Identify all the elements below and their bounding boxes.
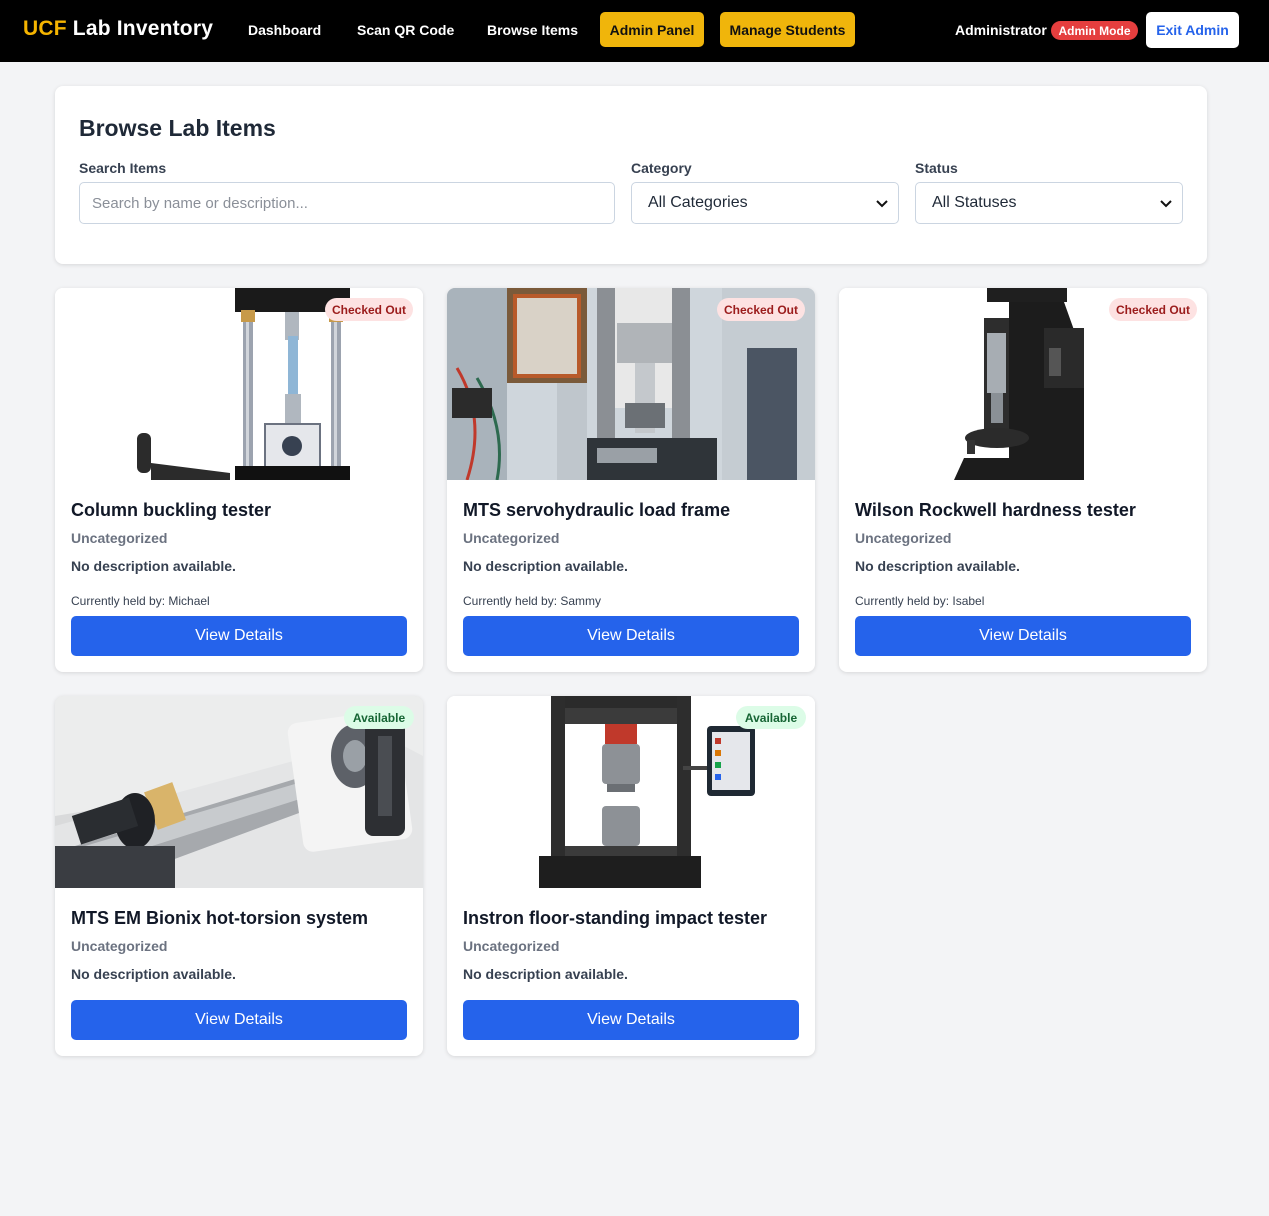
item-description: No description available. (463, 558, 628, 574)
view-details-button[interactable]: View Details (71, 616, 407, 656)
category-selected-value: All Categories (648, 194, 748, 211)
page-title: Browse Lab Items (79, 115, 276, 141)
item-holder: Currently held by: Isabel (855, 594, 985, 608)
item-category: Uncategorized (71, 938, 168, 954)
status-badge: Available (344, 706, 414, 729)
item-category: Uncategorized (463, 938, 560, 954)
item-name: MTS EM Bionix hot-torsion system (71, 908, 369, 928)
item-description: No description available. (855, 558, 1020, 574)
status-selected-value: All Statuses (932, 194, 1017, 211)
item-holder: Currently held by: Sammy (463, 594, 602, 608)
view-details-button[interactable]: View Details (463, 1000, 799, 1040)
item-holder: Currently held by: Michael (71, 594, 210, 608)
admin-mode-badge: Admin Mode (1051, 21, 1138, 40)
nav-browse-items-link[interactable]: Browse Items (487, 22, 578, 38)
manage-students-button[interactable]: Manage Students (720, 12, 855, 47)
brand-name: Lab Inventory (66, 17, 214, 40)
search-input[interactable] (79, 182, 615, 224)
status-label: Status (915, 160, 958, 176)
item-category: Uncategorized (463, 530, 560, 546)
category-label: Category (631, 160, 692, 176)
brand-prefix: UCF (23, 17, 67, 40)
user-name: Administrator (955, 22, 1047, 38)
item-name: Instron floor-standing impact tester (463, 908, 768, 928)
item-card: Checked Out Column buckling tester Uncat… (55, 288, 423, 672)
status-badge: Checked Out (1109, 298, 1197, 321)
item-description: No description available. (71, 966, 236, 982)
item-card: Checked Out MTS servohydraulic load fram… (447, 288, 815, 672)
nav-dashboard-link[interactable]: Dashboard (248, 22, 321, 38)
category-select[interactable]: All Categories (631, 182, 899, 224)
status-select[interactable]: All Statuses (915, 182, 1183, 224)
item-category: Uncategorized (855, 530, 952, 546)
item-category: Uncategorized (71, 530, 168, 546)
item-name: MTS servohydraulic load frame (463, 500, 731, 520)
status-badge: Available (736, 706, 806, 729)
chevron-down-icon (1160, 200, 1172, 208)
item-card: Checked Out Wilson Rockwell hardness tes… (839, 288, 1207, 672)
filter-panel: Browse Lab Items Search Items Category A… (55, 86, 1207, 264)
chevron-down-icon (876, 200, 888, 208)
nav-scan-qr-link[interactable]: Scan QR Code (357, 22, 454, 38)
item-name: Column buckling tester (71, 500, 272, 520)
view-details-button[interactable]: View Details (463, 616, 799, 656)
view-details-button[interactable]: View Details (71, 1000, 407, 1040)
view-details-button[interactable]: View Details (855, 616, 1191, 656)
status-badge: Checked Out (325, 298, 413, 321)
search-label: Search Items (79, 160, 167, 176)
item-card: Available Instron floor-standing impact … (447, 696, 815, 1056)
exit-admin-button[interactable]: Exit Admin (1146, 12, 1239, 48)
item-name: Wilson Rockwell hardness tester (855, 500, 1136, 520)
item-description: No description available. (463, 966, 628, 982)
item-description: No description available. (71, 558, 236, 574)
item-card: Available MTS EM Bionix hot-torsion syst… (55, 696, 423, 1056)
top-navbar: UCF Lab Inventory Dashboard Scan QR Code… (0, 0, 1269, 62)
app-logo[interactable]: UCF Lab Inventory (23, 17, 213, 41)
status-badge: Checked Out (717, 298, 805, 321)
admin-panel-button[interactable]: Admin Panel (600, 12, 704, 47)
